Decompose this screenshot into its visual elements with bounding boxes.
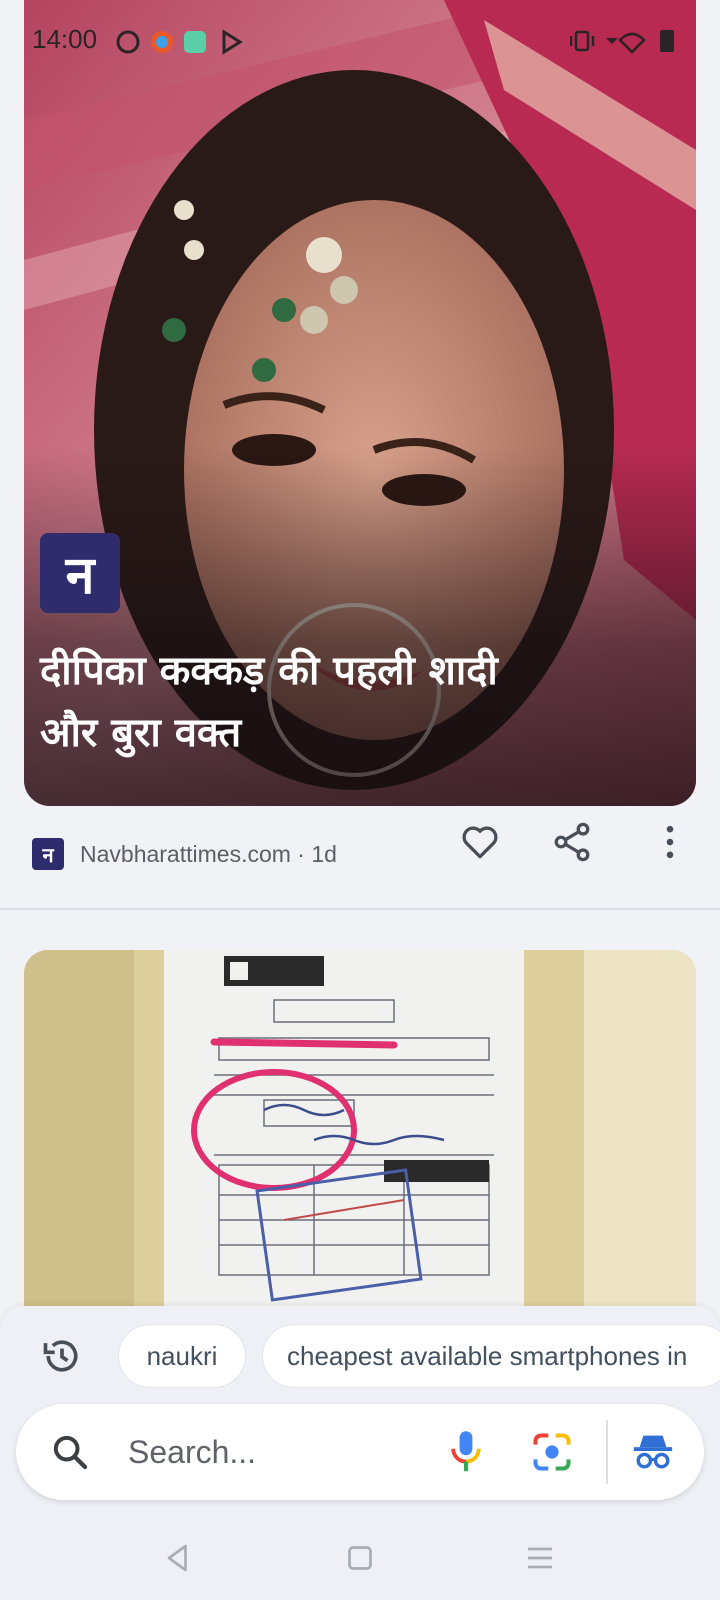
news-image-bank-receipt <box>24 950 696 1310</box>
news-card-2[interactable] <box>24 950 696 1310</box>
feed-divider <box>0 908 720 910</box>
source-and-age[interactable]: Navbharattimes.com · 1d <box>80 841 337 868</box>
headline-line-2: और बुरा वक्त <box>40 710 242 756</box>
microphone-icon[interactable] <box>446 1428 486 1476</box>
lens-camera-icon[interactable] <box>530 1430 574 1474</box>
article-headline[interactable]: दीपिका कक्कड़ की पहली शादी और बुरा वक्त <box>40 640 640 764</box>
history-icon[interactable] <box>40 1334 84 1378</box>
notification-icons <box>116 29 243 55</box>
search-input[interactable]: Search... <box>128 1434 256 1471</box>
search-icon <box>53 1435 88 1470</box>
history-chip[interactable]: naukri <box>118 1324 246 1388</box>
more-options-icon[interactable] <box>648 820 692 864</box>
publisher-badge: न <box>40 533 120 613</box>
history-chip[interactable]: cheapest available smartphones in <box>262 1324 720 1388</box>
status-bar: 14:00 <box>0 0 720 80</box>
heart-icon[interactable] <box>458 820 502 864</box>
share-icon[interactable] <box>550 820 594 864</box>
nav-home-icon[interactable] <box>342 1540 378 1576</box>
search-bar[interactable] <box>16 1404 704 1500</box>
searchbar-separator <box>606 1420 608 1484</box>
incognito-icon[interactable] <box>630 1428 676 1474</box>
status-time: 14:00 <box>32 24 98 54</box>
nav-recents-icon[interactable] <box>522 1540 558 1576</box>
nav-back-icon[interactable] <box>160 1540 196 1576</box>
headline-line-1: दीपिका कक्कड़ की पहली शादी <box>40 648 498 694</box>
source-logo: न <box>32 838 64 870</box>
system-status-icons <box>570 30 674 54</box>
